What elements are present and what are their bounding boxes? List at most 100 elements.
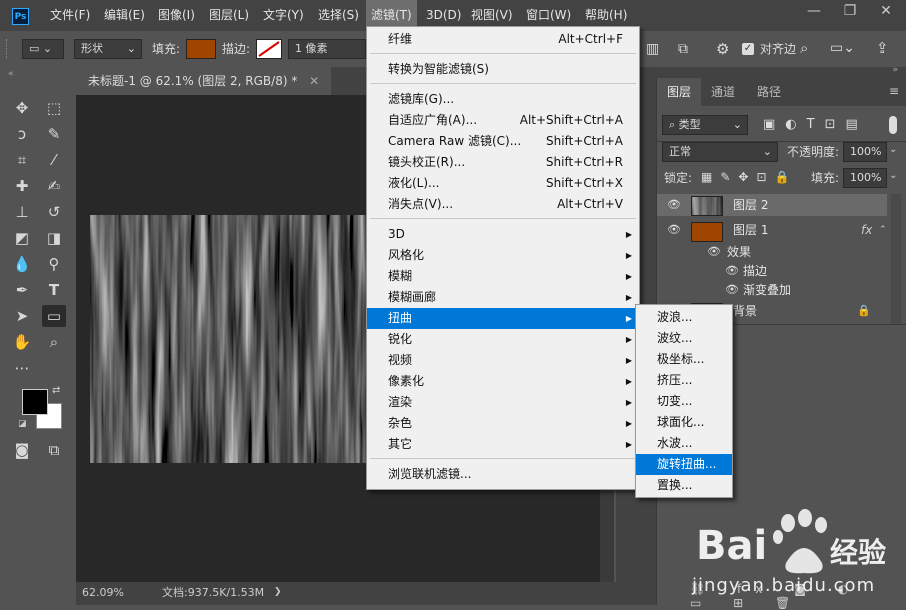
- marquee-tool-icon[interactable]: ⬚: [42, 97, 66, 119]
- shape-mode-select[interactable]: 形状 ⌄: [74, 39, 142, 59]
- blur-tool-icon[interactable]: 💧: [10, 253, 34, 275]
- workspace-icon[interactable]: ▭⌄: [830, 40, 855, 56]
- menu-type[interactable]: 文字(Y): [263, 0, 304, 31]
- menu-item-video[interactable]: 视频 ▶: [367, 350, 639, 371]
- blend-mode-select[interactable]: 正常 ⌄: [662, 142, 778, 162]
- default-colors-icon[interactable]: ◪: [18, 419, 27, 429]
- menu-item-convert-smart-filters[interactable]: 转换为智能滤镜(S): [367, 59, 639, 80]
- dodge-tool-icon[interactable]: ⚲: [42, 253, 66, 275]
- stroke-width-field[interactable]: 1 像素: [288, 39, 366, 59]
- gear-icon[interactable]: ⚙: [716, 40, 729, 58]
- document-tab[interactable]: 未标题-1 @ 62.1% (图层 2, RGB/8) * ✕: [76, 67, 332, 95]
- menu-select[interactable]: 选择(S): [318, 0, 359, 31]
- effect-gradient-overlay[interactable]: 👁 渐变叠加: [725, 279, 887, 301]
- collapse-effects-icon[interactable]: ⌃: [879, 219, 887, 241]
- screen-mode-icon[interactable]: ⧉: [42, 439, 66, 461]
- menu-item-adaptive-wide-angle[interactable]: 自适应广角(A)... Alt+Shift+Ctrl+A: [367, 110, 639, 131]
- menu-item-distort[interactable]: 扭曲 ▶: [367, 308, 639, 329]
- opacity-field[interactable]: 100%: [843, 142, 887, 162]
- collapse-panels-icon[interactable]: »: [892, 65, 898, 75]
- zoom-tool-icon[interactable]: ⌕: [42, 331, 66, 353]
- close-tab-icon[interactable]: ✕: [309, 74, 319, 88]
- stamp-tool-icon[interactable]: ⊥: [10, 201, 34, 223]
- menu-item-blur-gallery[interactable]: 模糊画廊 ▶: [367, 287, 639, 308]
- search-icon[interactable]: ⌕: [800, 39, 808, 57]
- fx-icon[interactable]: fx: [861, 219, 872, 241]
- menu-edit[interactable]: 编辑(E): [104, 0, 145, 31]
- status-menu-arrow-icon[interactable]: ❯: [274, 582, 282, 603]
- stroke-color-swatch[interactable]: [256, 39, 282, 59]
- menu-image[interactable]: 图像(I): [158, 0, 195, 31]
- hand-tool-icon[interactable]: ✋: [10, 331, 34, 353]
- menu-item-render[interactable]: 渲染 ▶: [367, 392, 639, 413]
- fill-color-swatch[interactable]: [186, 39, 216, 59]
- swap-colors-icon[interactable]: ⇄: [52, 385, 60, 396]
- align-icon[interactable]: ▥: [646, 41, 659, 57]
- align-edges-checkbox[interactable]: ✓: [742, 43, 754, 55]
- eyedropper-tool-icon[interactable]: ⁄: [42, 149, 66, 171]
- minimize-icon[interactable]: —: [796, 0, 832, 24]
- submenu-item-pinch[interactable]: 挤压...: [636, 370, 732, 391]
- menu-item-filter-gallery[interactable]: 滤镜库(G)...: [367, 89, 639, 110]
- close-icon[interactable]: ✕: [868, 0, 904, 24]
- eraser-tool-icon[interactable]: ◩: [10, 227, 34, 249]
- history-brush-icon[interactable]: ↺: [42, 201, 66, 223]
- menu-item-stylize[interactable]: 风格化 ▶: [367, 245, 639, 266]
- pen-tool-icon[interactable]: ✒: [10, 279, 34, 301]
- submenu-item-zigzag[interactable]: 水波...: [636, 433, 732, 454]
- menu-item-pixelate[interactable]: 像素化 ▶: [367, 371, 639, 392]
- submenu-item-twirl[interactable]: 旋转扭曲...: [636, 454, 732, 475]
- menu-item-3d[interactable]: 3D ▶: [367, 224, 639, 245]
- menu-layer[interactable]: 图层(L): [209, 0, 249, 31]
- layers-scrollbar[interactable]: [891, 194, 901, 324]
- submenu-item-spherize[interactable]: 球面化...: [636, 412, 732, 433]
- menu-item-liquify[interactable]: 液化(L)... Shift+Ctrl+X: [367, 173, 639, 194]
- menu-item-browse-filters-online[interactable]: 浏览联机滤镜...: [367, 464, 639, 485]
- type-tool-icon[interactable]: T: [42, 279, 66, 301]
- eye-icon[interactable]: 👁: [707, 241, 721, 263]
- more-tools-icon[interactable]: ⋯: [10, 357, 34, 379]
- eye-icon[interactable]: 👁: [667, 219, 681, 241]
- rectangle-tool-icon[interactable]: ▭: [42, 305, 66, 327]
- tool-preset-picker[interactable]: ▭ ⌄: [22, 39, 64, 59]
- menu-item-blur[interactable]: 模糊 ▶: [367, 266, 639, 287]
- menu-item-lens-correction[interactable]: 镜头校正(R)... Shift+Ctrl+R: [367, 152, 639, 173]
- submenu-item-polar-coordinates[interactable]: 极坐标...: [636, 349, 732, 370]
- collapse-icon[interactable]: «: [8, 69, 14, 79]
- quick-select-tool-icon[interactable]: ✎: [42, 123, 66, 145]
- foreground-color-swatch[interactable]: [22, 389, 48, 415]
- menu-item-noise[interactable]: 杂色 ▶: [367, 413, 639, 434]
- menu-file[interactable]: 文件(F): [50, 0, 90, 31]
- chevron-down-icon[interactable]: ⌄: [889, 170, 897, 181]
- submenu-item-ripple[interactable]: 波纹...: [636, 328, 732, 349]
- lock-icons[interactable]: ▦✎✥⊡🔒: [701, 170, 797, 184]
- menu-item-vanishing-point[interactable]: 消失点(V)... Alt+Ctrl+V: [367, 194, 639, 215]
- document-canvas[interactable]: [90, 215, 371, 463]
- panel-menu-icon[interactable]: ≡: [889, 84, 899, 98]
- share-icon[interactable]: ⇪: [876, 39, 889, 57]
- tab-paths[interactable]: 路径: [747, 78, 791, 106]
- move-tool-icon[interactable]: ✥: [10, 97, 34, 119]
- healing-brush-icon[interactable]: ✚: [10, 175, 34, 197]
- crop-tool-icon[interactable]: ⌗: [10, 149, 34, 171]
- submenu-item-displace[interactable]: 置换...: [636, 475, 732, 496]
- fill-field[interactable]: 100%: [843, 168, 887, 188]
- filter-toggle[interactable]: [889, 116, 897, 134]
- tab-channels[interactable]: 通道: [701, 78, 745, 106]
- kind-filter-select[interactable]: ⌕ 类型 ⌄: [662, 115, 748, 135]
- lasso-tool-icon[interactable]: ↄ: [10, 123, 34, 145]
- quick-mask-icon[interactable]: ◙: [10, 439, 34, 461]
- menu-item-sharpen[interactable]: 锐化 ▶: [367, 329, 639, 350]
- eye-icon[interactable]: 👁: [725, 279, 739, 301]
- eye-icon[interactable]: 👁: [667, 194, 681, 216]
- layer-row-layer1[interactable]: 👁 图层 1 fx ⌃: [657, 219, 887, 243]
- restore-icon[interactable]: ❐: [832, 0, 868, 24]
- layer-row-layer2[interactable]: 👁 图层 2: [657, 194, 887, 216]
- filter-icons[interactable]: ▣◐T⊡▤: [763, 117, 868, 132]
- path-select-tool-icon[interactable]: ➤: [10, 305, 34, 327]
- chevron-down-icon[interactable]: ⌄: [889, 144, 897, 155]
- zoom-level[interactable]: 62.09%: [82, 582, 124, 603]
- menu-item-fibers[interactable]: 纤维 Alt+Ctrl+F: [367, 29, 639, 50]
- brush-tool-icon[interactable]: ✍: [42, 175, 66, 197]
- submenu-item-wave[interactable]: 波浪...: [636, 307, 732, 328]
